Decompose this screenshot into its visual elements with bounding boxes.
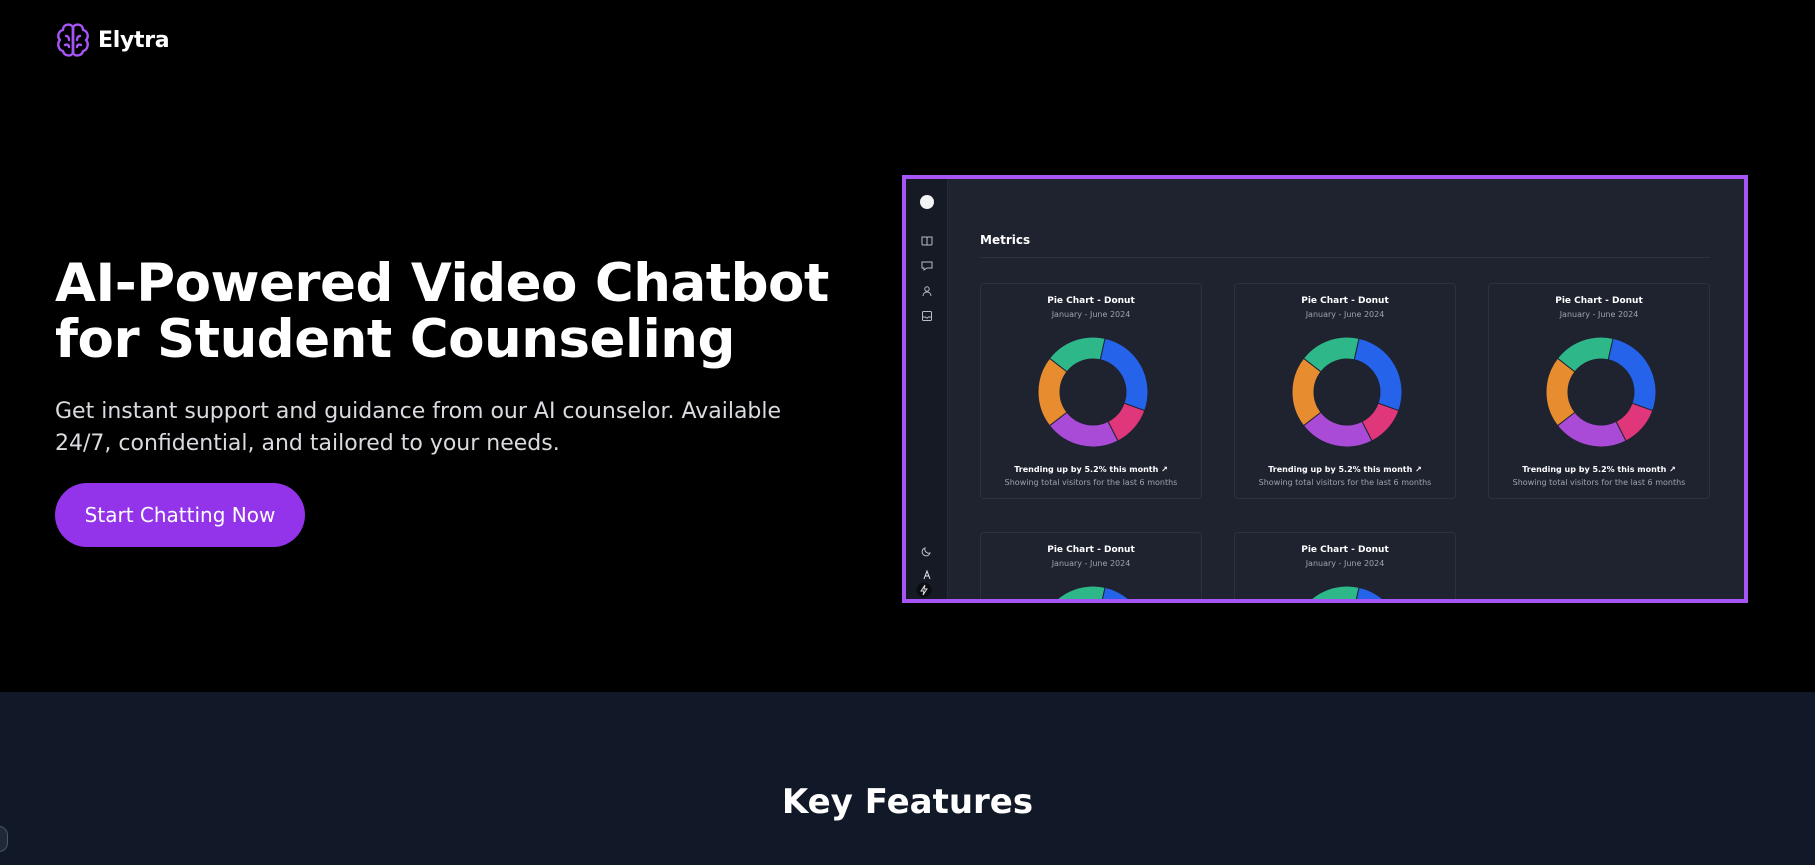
brand[interactable]: Elytra: [56, 22, 170, 58]
user-icon: [922, 286, 932, 297]
moon-icon: [921, 547, 931, 557]
avatar: [920, 195, 934, 209]
brain-logo-icon: [57, 23, 89, 57]
hero-content: AI-Powered Video Chatbot for Student Cou…: [55, 256, 895, 547]
hero-subtitle: Get instant support and guidance from ou…: [55, 399, 782, 456]
card-title: Pie Chart - Donut: [1301, 296, 1389, 306]
donut-slice: [1355, 586, 1384, 599]
donut-slice: [1056, 585, 1106, 599]
card-title: Pie Chart - Donut: [1047, 296, 1135, 306]
donut-chart: [1291, 336, 1403, 448]
metric-card: Pie Chart - Donut January - June 2024 Tr…: [1488, 283, 1710, 499]
bolt-icon: [916, 582, 932, 598]
card-trend: Trending up by 5.2% this month ↗: [1268, 465, 1422, 474]
card-footer: Showing total visitors for the last 6 mo…: [1512, 478, 1686, 487]
card-subtitle: January - June 2024: [1051, 559, 1131, 568]
donut-slice: [1099, 337, 1149, 412]
metrics-title: Metrics: [980, 233, 1031, 247]
donut-slice: [1607, 337, 1657, 412]
inbox-icon: [922, 311, 932, 321]
chat-icon: [921, 261, 933, 271]
card-title: Pie Chart - Donut: [1047, 545, 1135, 555]
preview-sidebar: [906, 179, 948, 599]
dashboard-preview: Metrics Pie Chart - Donut January - June…: [902, 175, 1748, 603]
card-trend: Trending up by 5.2% this month ↗: [1522, 465, 1676, 474]
a-letter-icon: [923, 569, 931, 580]
book-icon: [921, 236, 933, 246]
card-footer: Showing total visitors for the last 6 mo…: [1258, 478, 1432, 487]
card-subtitle: January - June 2024: [1559, 310, 1639, 319]
metric-card: Pie Chart - Donut January - June 2024: [1234, 532, 1456, 599]
trending-up-icon: ↗: [1161, 465, 1168, 474]
card-subtitle: January - June 2024: [1051, 310, 1131, 319]
card-trend: Trending up by 5.2% this month ↗: [1014, 465, 1168, 474]
card-subtitle: January - June 2024: [1305, 559, 1385, 568]
trending-up-icon: ↗: [1415, 465, 1422, 474]
metric-card: Pie Chart - Donut January - June 2024: [980, 532, 1202, 599]
features-title: Key Features: [781, 782, 1034, 822]
donut-slice: [1310, 585, 1360, 599]
card-subtitle: January - June 2024: [1305, 310, 1385, 319]
donut-chart: [1037, 336, 1149, 448]
hero-title: AI-Powered Video Chatbot for Student Cou…: [55, 253, 829, 370]
card-title: Pie Chart - Donut: [1301, 545, 1389, 555]
metric-card: Pie Chart - Donut January - June 2024 Tr…: [1234, 283, 1456, 499]
metric-card: Pie Chart - Donut January - June 2024 Tr…: [980, 283, 1202, 499]
preview-main: Metrics Pie Chart - Donut January - June…: [948, 179, 1744, 599]
divider: [980, 257, 1710, 258]
features-section: Key Features: [0, 692, 1815, 865]
donut-chart: [1545, 336, 1657, 448]
hero-section: Elytra AI-Powered Video Chatbot for Stud…: [0, 0, 1815, 692]
donut-slice: [1353, 337, 1403, 412]
donut-chart: [1056, 585, 1130, 599]
card-title: Pie Chart - Donut: [1555, 296, 1643, 306]
donut-slice: [1101, 586, 1130, 599]
brand-name: Elytra: [98, 27, 170, 53]
start-chatting-button[interactable]: Start Chatting Now: [55, 483, 305, 547]
donut-chart: [1310, 585, 1384, 599]
card-footer: Showing total visitors for the last 6 mo…: [1004, 478, 1178, 487]
trending-up-icon: ↗: [1669, 465, 1676, 474]
